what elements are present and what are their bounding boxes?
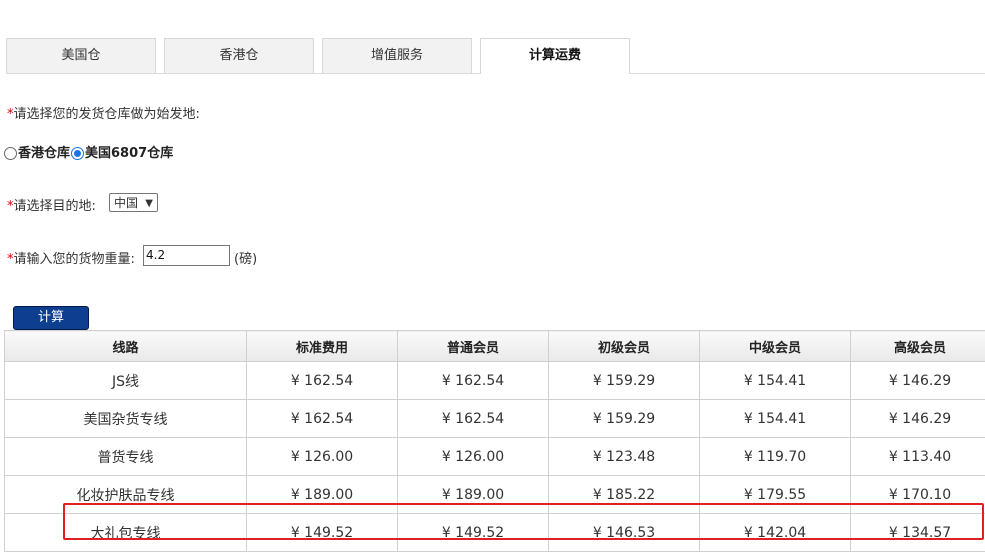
price-cell: ¥ 189.00 — [246, 475, 398, 514]
destination-select-value: 中国 — [114, 196, 139, 210]
header-junior-member: 初级会员 — [548, 330, 700, 362]
radio-hk-warehouse-label[interactable]: 香港仓库 — [18, 142, 70, 161]
price-cell: ¥ 170.10 — [850, 475, 985, 514]
table-row: 化妆护肤品专线 ¥ 189.00 ¥ 189.00 ¥ 185.22 ¥ 179… — [4, 475, 985, 514]
route-cell: 美国杂货专线 — [4, 399, 247, 438]
price-cell: ¥ 154.41 — [699, 399, 851, 438]
radio-us-6807-warehouse[interactable] — [71, 146, 85, 160]
destination-label: *请选择目的地: — [7, 195, 96, 214]
header-senior-member: 高级会员 — [850, 330, 985, 362]
price-cell: ¥ 146.29 — [850, 361, 985, 400]
price-cell: ¥ 162.54 — [397, 399, 549, 438]
tab-value-added-services[interactable]: 增值服务 — [322, 38, 472, 73]
chevron-down-icon: ▼ — [145, 198, 153, 209]
price-cell: ¥ 119.70 — [699, 437, 851, 476]
price-cell: ¥ 159.29 — [548, 361, 700, 400]
destination-select[interactable]: 中国 ▼ — [109, 193, 158, 212]
header-intermediate-member: 中级会员 — [699, 330, 851, 362]
calculate-button[interactable]: 计算 — [13, 306, 89, 330]
price-cell: ¥ 126.00 — [246, 437, 398, 476]
price-cell: ¥ 162.54 — [246, 361, 398, 400]
table-row: JS线 ¥ 162.54 ¥ 162.54 ¥ 159.29 ¥ 154.41 … — [4, 361, 985, 400]
origin-label: *请选择您的发货仓库做为始发地: — [7, 103, 200, 122]
tab-calculate-shipping[interactable]: 计算运费 — [480, 38, 630, 74]
route-cell: 化妆护肤品专线 — [4, 475, 247, 514]
table-row: 美国杂货专线 ¥ 162.54 ¥ 162.54 ¥ 159.29 ¥ 154.… — [4, 399, 985, 438]
price-cell: ¥ 154.41 — [699, 361, 851, 400]
weight-label: *请输入您的货物重量: — [7, 248, 135, 267]
tab-bar: 美国仓 香港仓 增值服务 计算运费 — [6, 38, 985, 74]
weight-input[interactable]: 4.2 — [143, 245, 230, 266]
radio-hk-warehouse[interactable] — [4, 146, 17, 160]
price-cell: ¥ 162.54 — [246, 399, 398, 438]
price-cell: ¥ 142.04 — [699, 513, 851, 552]
header-regular-member: 普通会员 — [397, 330, 549, 362]
price-cell: ¥ 113.40 — [850, 437, 985, 476]
price-cell: ¥ 159.29 — [548, 399, 700, 438]
route-cell: 大礼包专线 — [4, 513, 247, 552]
price-cell: ¥ 149.52 — [397, 513, 549, 552]
origin-label-text: 请选择您的发货仓库做为始发地: — [13, 107, 200, 122]
price-cell: ¥ 146.53 — [548, 513, 700, 552]
price-cell: ¥ 146.29 — [850, 399, 985, 438]
tab-us-warehouse[interactable]: 美国仓 — [6, 38, 156, 73]
price-cell: ¥ 149.52 — [246, 513, 398, 552]
table-row: 普货专线 ¥ 126.00 ¥ 126.00 ¥ 123.48 ¥ 119.70… — [4, 437, 985, 476]
tab-hk-warehouse[interactable]: 香港仓 — [164, 38, 314, 73]
origin-radio-group: 香港仓库 美国6807仓库 — [4, 141, 174, 161]
table-row-highlighted: 大礼包专线 ¥ 149.52 ¥ 149.52 ¥ 146.53 ¥ 142.0… — [4, 513, 985, 552]
price-cell: ¥ 134.57 — [850, 513, 985, 552]
destination-label-text: 请选择目的地: — [13, 199, 96, 214]
table-header-row: 线路 标准费用 普通会员 初级会员 中级会员 高级会员 — [4, 330, 985, 362]
header-route: 线路 — [4, 330, 247, 362]
price-cell: ¥ 179.55 — [699, 475, 851, 514]
rates-table: 线路 标准费用 普通会员 初级会员 中级会员 高级会员 JS线 ¥ 162.54… — [4, 330, 985, 552]
price-cell: ¥ 185.22 — [548, 475, 700, 514]
weight-unit: (磅) — [234, 252, 258, 267]
price-cell: ¥ 162.54 — [397, 361, 549, 400]
weight-label-text: 请输入您的货物重量: — [13, 252, 135, 267]
route-cell: 普货专线 — [4, 437, 247, 476]
route-cell: JS线 — [4, 361, 247, 400]
radio-us-6807-warehouse-label[interactable]: 美国6807仓库 — [85, 142, 173, 161]
price-cell: ¥ 189.00 — [397, 475, 549, 514]
price-cell: ¥ 126.00 — [397, 437, 549, 476]
price-cell: ¥ 123.48 — [548, 437, 700, 476]
header-standard-fee: 标准费用 — [246, 330, 398, 362]
